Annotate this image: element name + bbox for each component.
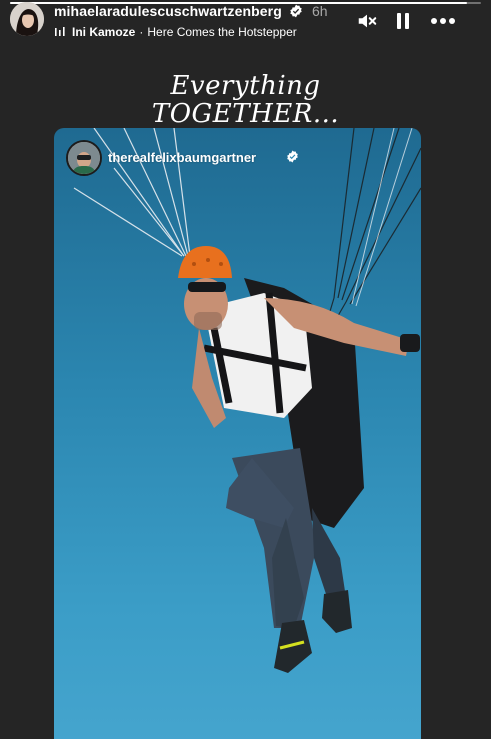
more-horizontal-icon (431, 18, 455, 24)
music-bars-icon (55, 27, 65, 36)
story-author-avatar[interactable] (10, 2, 44, 36)
paraglider-photo (73, 128, 421, 673)
verified-badge-icon (290, 4, 302, 18)
shared-post-author-avatar[interactable] (66, 140, 102, 176)
music-song-title: Here Comes the Hotstepper (147, 25, 297, 39)
speaker-muted-icon (358, 14, 377, 28)
story-music-attribution[interactable]: Ini Kamoze · Here Comes the Hotstepper (54, 25, 297, 39)
caption-line-1: Everything (170, 71, 321, 101)
music-separator: · (139, 25, 144, 39)
story-text-overlay: Everything TOGETHER... (0, 72, 491, 128)
shared-post-author-username[interactable]: therealfelixbaumgartner (108, 150, 256, 165)
pause-icon (397, 13, 409, 29)
pause-button[interactable] (390, 8, 416, 34)
story-timestamp: 6h (312, 3, 328, 19)
shared-post-card[interactable]: therealfelixbaumgartner (54, 128, 421, 739)
story-header: mihaelaradulescuschwartzenberg 6h Ini Ka… (0, 0, 491, 48)
more-options-button[interactable] (430, 8, 456, 34)
music-artist: Ini Kamoze (72, 25, 136, 39)
story-author-username[interactable]: mihaelaradulescuschwartzenberg (54, 3, 282, 19)
story-viewer[interactable]: mihaelaradulescuschwartzenberg 6h Ini Ka… (0, 0, 491, 739)
verified-badge-icon (287, 150, 298, 163)
mute-button[interactable] (354, 8, 380, 34)
caption-line-2: TOGETHER... (151, 99, 340, 129)
